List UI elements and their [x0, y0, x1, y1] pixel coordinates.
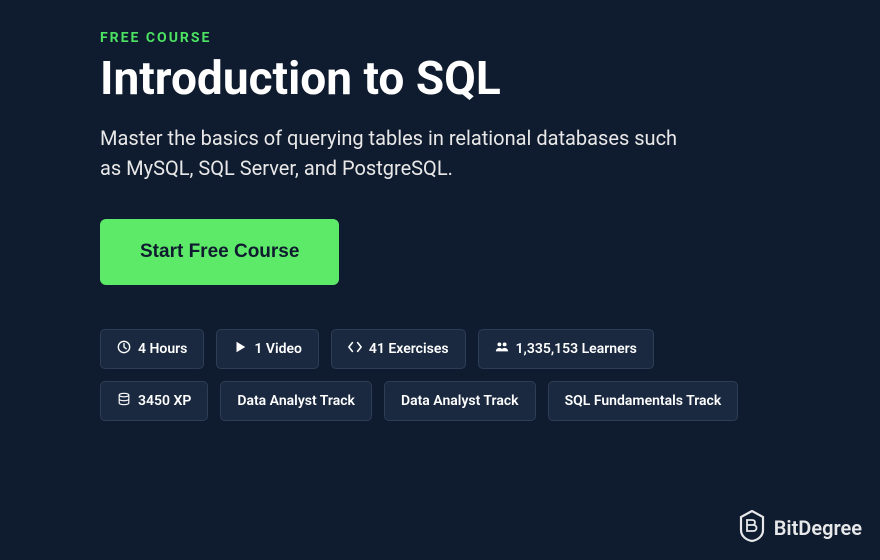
course-hero: FREE COURSE Introduction to SQL Master t… [0, 0, 880, 451]
database-icon [117, 392, 131, 410]
course-label: FREE COURSE [100, 30, 780, 46]
track1-label: Data Analyst Track [237, 393, 355, 409]
track3-chip[interactable]: SQL Fundamentals Track [548, 381, 739, 421]
watermark: BitDegree [738, 510, 862, 546]
play-icon [233, 340, 247, 358]
watermark-label: BitDegree [774, 516, 862, 540]
exercises-chip[interactable]: 41 Exercises [331, 329, 466, 369]
video-chip[interactable]: 1 Video [216, 329, 319, 369]
track2-label: Data Analyst Track [401, 393, 519, 409]
track1-chip[interactable]: Data Analyst Track [220, 381, 372, 421]
hours-chip[interactable]: 4 Hours [100, 329, 204, 369]
learners-chip[interactable]: 1,335,153 Learners [478, 329, 654, 369]
track3-label: SQL Fundamentals Track [565, 393, 722, 409]
track2-chip[interactable]: Data Analyst Track [384, 381, 536, 421]
start-course-button[interactable]: Start Free Course [100, 219, 339, 285]
xp-chip[interactable]: 3450 XP [100, 381, 208, 421]
course-metadata-chips: 4 Hours 1 Video 41 Exercises 1,335,153 L… [100, 329, 740, 421]
course-title: Introduction to SQL [100, 54, 780, 105]
course-description: Master the basics of querying tables in … [100, 123, 700, 183]
clock-icon [117, 340, 131, 358]
xp-label: 3450 XP [138, 393, 191, 409]
people-icon [495, 340, 509, 358]
video-label: 1 Video [254, 341, 302, 357]
learners-label: 1,335,153 Learners [516, 341, 637, 357]
exercises-label: 41 Exercises [369, 341, 449, 357]
code-icon [348, 340, 362, 358]
hours-label: 4 Hours [138, 341, 187, 357]
bitdegree-logo-icon [738, 510, 766, 546]
